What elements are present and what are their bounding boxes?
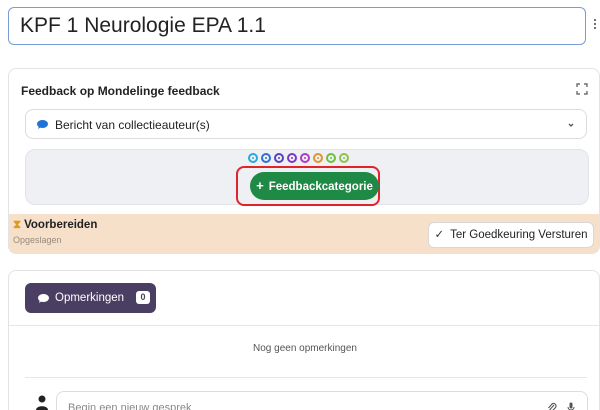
speech-bubble-icon [38,294,49,303]
add-feedback-category-button[interactable]: + Feedbackcategorie [250,172,379,200]
status-title: ⧗ Voorbereiden [13,219,98,231]
divider [9,325,599,326]
comments-card: Opmerkingen 0 Nog geen opmerkingen Begin… [8,270,600,410]
speech-bubble-icon [37,120,48,129]
hourglass-icon: ⧗ [13,219,22,231]
feedback-card: Feedback op Mondelinge feedback Bericht … [8,68,600,254]
card-header: Feedback op Mondelinge feedback [21,84,220,98]
status-bar: ⧗ Voorbereiden Opgeslagen ✓ Ter Goedkeurin… [9,214,599,253]
microphone-icon[interactable] [567,402,575,410]
empty-comments-message: Nog geen opmerkingen [253,343,357,354]
submit-label: Ter Goedkeuring Versturen [450,229,588,241]
comments-count-badge: 0 [136,291,150,304]
category-color-dot [313,153,323,163]
category-color-dot [274,153,284,163]
select-value: Bericht van collectieauteur(s) [55,118,210,132]
chevron-down-icon [568,123,574,127]
category-color-dot [339,153,349,163]
new-conversation-input[interactable]: Begin een nieuw gesprek [56,391,588,410]
category-color-dot [326,153,336,163]
status-subtitle: Opgeslagen [13,235,62,245]
submit-for-approval-button[interactable]: ✓ Ter Goedkeuring Versturen [428,222,594,248]
check-icon: ✓ [434,229,445,241]
title-field[interactable]: KPF 1 Neurologie EPA 1.1 [8,7,586,45]
add-category-label: Feedbackcategorie [268,181,373,193]
fullscreen-icon[interactable] [576,83,588,95]
category-color-dot [287,153,297,163]
divider [25,377,587,378]
category-color-dot [300,153,310,163]
paperclip-icon[interactable] [547,402,557,410]
user-icon [36,395,48,410]
tab-comments[interactable]: Opmerkingen 0 [25,283,156,313]
tab-label: Opmerkingen [55,292,125,304]
author-select[interactable]: Bericht van collectieauteur(s) [25,109,587,139]
input-placeholder: Begin een nieuw gesprek [68,402,192,410]
color-dots [248,153,349,165]
category-color-dot [261,153,271,163]
category-color-dot [248,153,258,163]
more-options-icon[interactable] [594,19,598,31]
plus-icon: + [256,178,264,193]
